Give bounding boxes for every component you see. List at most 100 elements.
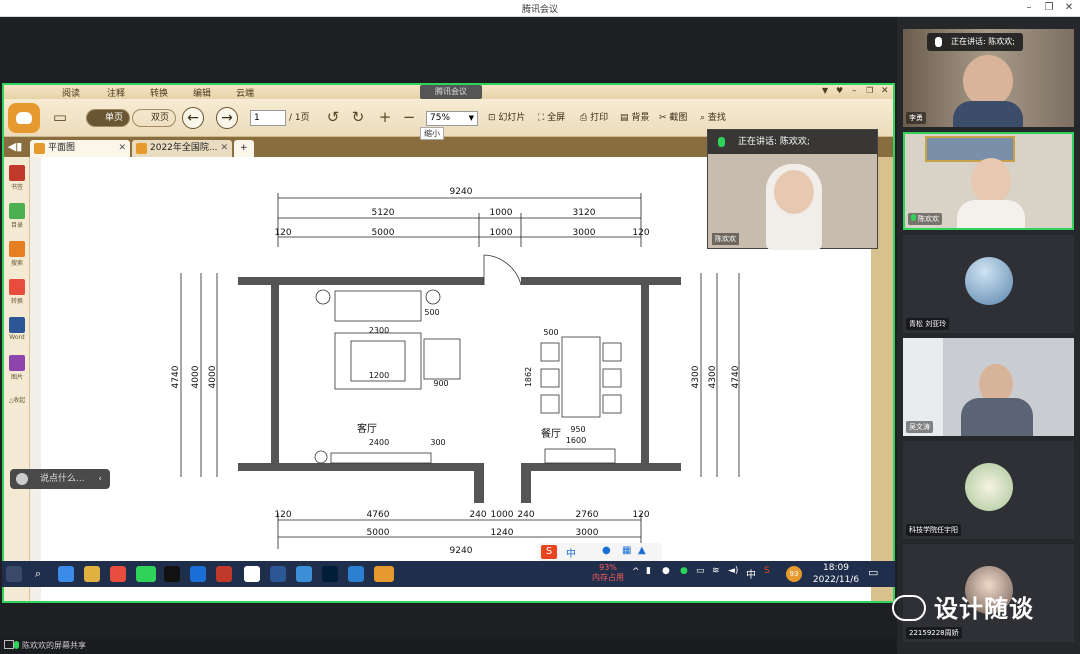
slideshow-button[interactable]: ⊡ 幻灯片 [488,111,525,125]
minimize-icon[interactable]: – [1020,1,1038,15]
tray-sogou-icon[interactable]: S [764,566,770,576]
chevron-left-icon[interactable]: ‹ [98,469,102,489]
comment-input[interactable]: 说点什么... ‹ [10,469,110,489]
page-number-input[interactable]: 1 [250,110,286,126]
tab-exam[interactable]: 2022年全国院... ✕ [132,140,232,157]
menu-read[interactable]: 阅读 [62,86,80,99]
wechat-icon[interactable] [136,566,156,582]
reader-logo [8,103,40,133]
fullscreen-button[interactable]: ⛶ 全屏 [538,111,565,125]
folder-icon[interactable] [84,566,100,582]
restore-icon[interactable]: ❐ [1040,1,1058,15]
tray-wechat-icon[interactable]: ● [680,566,688,576]
clock-date: 2022/11/6 [812,575,860,585]
menu-convert[interactable]: 转换 [150,86,168,99]
rail-toc[interactable]: 目录 [6,203,28,229]
dim-bot-1e: 240 [517,510,534,520]
image-icon [9,355,25,371]
menu-annotate[interactable]: 注释 [107,86,125,99]
skin-icon[interactable]: ♥ [836,86,843,95]
autocad-icon[interactable] [244,566,260,582]
dim-right-4300a: 4300 [691,365,701,388]
rail-word[interactable]: Word [6,317,28,341]
zoom-out-icon[interactable]: − [400,107,418,127]
background-button[interactable]: ▤ 背景 [620,111,649,125]
rail-word-label: Word [9,334,25,341]
qq-icon[interactable] [164,566,180,582]
ime-lang[interactable]: 中 [566,545,576,560]
participant-body [961,398,1033,436]
ime-mic-icon[interactable]: ● [602,545,611,556]
convert-icon [9,279,25,295]
participant-name: 22159228周娇 [906,627,962,639]
rail-bookmarks-label: 书签 [10,184,23,191]
pin-icon[interactable]: ▼ [822,86,828,95]
open-folder-icon[interactable]: ▭ [48,107,72,127]
participant-name: 陈欢欢 [908,213,942,225]
participant-face [971,158,1011,204]
rail-bookmarks[interactable]: 书签 [6,165,28,191]
participant-tile-1[interactable]: 正在讲话: 陈欢欢; 李勇 [903,29,1074,127]
start-icon[interactable] [6,566,22,582]
photoshop-icon[interactable] [322,566,338,582]
single-page-button[interactable]: 单页 [86,109,130,127]
tray-app-icon[interactable]: ● [662,566,670,576]
edge-icon[interactable] [58,566,74,582]
tray-badge[interactable]: 93 [786,566,802,582]
new-tab-button[interactable]: + [234,140,254,157]
participant-tile-2[interactable]: 陈欢欢 [903,132,1074,230]
rail-image[interactable]: 图片 [6,355,28,381]
dim-top-2e: 120 [632,228,649,238]
tray-wifi-icon[interactable]: ≋ [712,566,720,576]
print-button[interactable]: ⎙ 打印 [580,111,608,125]
reader-close-icon[interactable]: ✕ [881,86,889,96]
app-icon-red[interactable] [216,566,232,582]
menu-cloud[interactable]: 云端 [236,86,254,99]
tray-usb-icon[interactable]: ▮ [646,566,651,576]
find-button[interactable]: ⌕ 查找 [700,111,726,125]
next-page-button[interactable]: → [216,107,238,129]
rail-collapse[interactable]: △收起 [6,395,28,404]
app-icon-blue[interactable] [348,566,364,582]
tencent-meeting-icon[interactable] [190,566,206,582]
taskbar-clock[interactable]: 18:09 2022/11/6 [808,562,864,586]
prev-page-button[interactable]: ← [182,107,204,129]
ime-toolbar[interactable]: S 中 ● ▦ ▲ [538,543,662,561]
reader-minimize-icon[interactable]: – [852,86,857,96]
zoom-in-icon[interactable]: + [376,107,394,127]
tray-lang[interactable]: 中 [746,566,756,581]
dim-left-overall: 4740 [171,365,181,388]
notification-icon[interactable]: ▭ [868,566,878,579]
collapse-sidebar-icon[interactable]: ◀▮ [6,137,24,157]
participant-tile-4[interactable]: 吴文涛 [903,338,1074,436]
double-page-button[interactable]: 双页 [132,109,176,127]
emoji-icon[interactable] [16,473,28,485]
ime-keyboard-icon[interactable]: ▦ [622,545,631,556]
screen-share-icon [4,640,14,649]
photos-icon[interactable] [296,566,312,582]
reader-restore-icon[interactable]: ❐ [866,86,873,95]
menu-edit[interactable]: 编辑 [193,86,211,99]
participant-tile-5[interactable]: 科技学院任宇阳 [903,441,1074,539]
rail-convert[interactable]: 转换 [6,279,28,305]
zoom-select[interactable]: 75% ▼ [426,111,478,126]
tray-expand-icon[interactable]: ^ [632,567,640,577]
tab-close-icon[interactable]: ✕ [118,140,126,157]
rotate-left-icon[interactable]: ↺ [324,107,342,127]
word-taskbar-icon[interactable] [270,566,286,582]
speaking-banner: 正在讲话: 陈欢欢; [708,130,877,154]
screenshot-button[interactable]: ✂ 截图 [659,111,687,125]
rotate-right-icon[interactable]: ↻ [349,107,367,127]
chrome-icon[interactable] [110,566,126,582]
reader-taskbar-icon[interactable] [374,566,394,582]
tray-battery-icon[interactable]: ▭ [696,566,705,576]
ime-skin-icon[interactable]: ▲ [638,545,646,556]
speaker-video-float[interactable]: 正在讲话: 陈欢欢; 陈欢欢 [707,129,878,250]
search-icon[interactable]: ⌕ [30,566,46,582]
participant-tile-3[interactable]: 青松 刘亚玲 [903,235,1074,333]
tab-close-icon[interactable]: ✕ [220,140,228,157]
rail-search[interactable]: 搜索 [6,241,28,267]
close-icon[interactable]: ✕ [1060,1,1078,15]
tab-floor-plan[interactable]: 平面图 ✕ [30,140,130,157]
tray-volume-icon[interactable]: ◄) [728,566,738,576]
